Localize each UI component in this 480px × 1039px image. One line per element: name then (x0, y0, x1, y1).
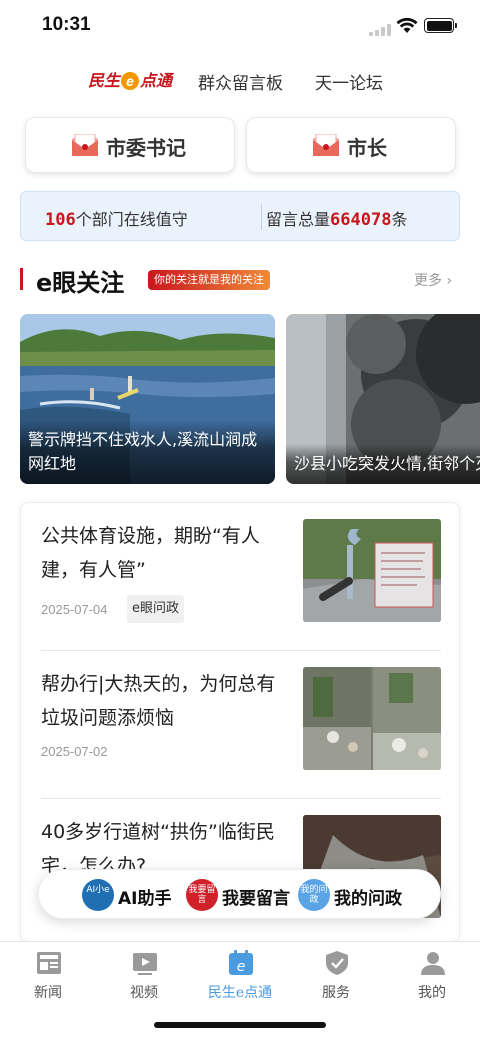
wifi-icon (396, 17, 418, 33)
nav-link-message-board[interactable]: 群众留言板 (198, 69, 283, 94)
service-icon (326, 951, 348, 975)
news-date: 2025-07-02 (41, 744, 108, 759)
mayor-mailbox-button[interactable]: 市长 (246, 117, 456, 173)
total-count: 664078 (330, 210, 392, 230)
ai-assistant-icon: AI小e (82, 879, 114, 911)
news-thumbnail (303, 519, 441, 622)
tab-label: 视频 (130, 985, 158, 1001)
brand-text-a: 民生 (88, 73, 121, 90)
featured-card-fire[interactable]: 沙县小吃突发火情,街邻个灭火器 (286, 314, 480, 484)
tab-label: 服务 (322, 985, 350, 1001)
total-prefix: 留言总量 (266, 210, 331, 229)
news-item[interactable]: 帮办行|大热天的，为何总有垃圾问题添烦恼 2025-07-02 (21, 651, 459, 799)
e-service-icon: e (229, 950, 253, 975)
profile-icon (421, 952, 445, 975)
my-inquiries-label: 我的问政 (334, 889, 402, 909)
ai-assistant-label: AI助手 (118, 889, 172, 909)
section-tag-badge: 你的关注就是我的关注 (148, 270, 270, 290)
video-icon (133, 953, 157, 975)
more-link[interactable]: 更多 › (414, 270, 452, 290)
departments-stat: 106个部门在线值守 (45, 206, 188, 230)
msg-icon-text: 我要留言 (188, 885, 216, 905)
secretary-label: 市委书记 (106, 136, 186, 160)
leave-message-icon: 我要留言 (186, 879, 218, 911)
more-label: 更多 (414, 273, 442, 289)
news-icon (37, 952, 61, 974)
nav-link-forum[interactable]: 天一论坛 (315, 69, 383, 94)
tab-label: 新闻 (34, 985, 62, 1001)
featured-card-caption: 沙县小吃突发火情,街邻个灭火器 (286, 444, 480, 484)
e-eye-section-header: e眼关注 你的关注就是我的关注 更多 › (0, 262, 480, 297)
status-time: 10:31 (42, 14, 91, 35)
news-title: 公共体育设施，期盼“有人建，有人管” (41, 525, 260, 581)
home-indicator[interactable] (154, 1022, 326, 1028)
stats-bar: 106个部门在线值守 留言总量664078条 (20, 191, 460, 241)
news-thumbnail (303, 667, 441, 770)
tab-profile[interactable]: 我的 (384, 948, 480, 1004)
total-messages-stat: 留言总量664078条 (266, 206, 407, 230)
secretary-mailbox-button[interactable]: 市委书记 (25, 117, 235, 173)
featured-card-river[interactable]: 警示牌挡不住戏水人,溪流山涧成网红地 (20, 314, 275, 484)
status-bar: 10:31 (0, 0, 480, 54)
brand-text-b: 点通 (140, 73, 173, 90)
news-title: 帮办行|大热天的，为何总有垃圾问题添烦恼 (41, 673, 276, 729)
top-nav: 民生 e 点通 群众留言板 天一论坛 (0, 64, 480, 94)
featured-carousel[interactable]: 警示牌挡不住戏水人,溪流山涧成网红地 沙县小吃突发火情,街邻个灭火器 (0, 314, 480, 484)
tab-label: 我的 (418, 985, 446, 1001)
ai-icon-text: AI小e (86, 885, 110, 895)
featured-card-caption: 警示牌挡不住戏水人,溪流山涧成网红地 (20, 420, 275, 484)
envelope-icon (313, 134, 339, 156)
departments-count: 106 (45, 210, 76, 230)
section-title: e眼关注 (36, 269, 125, 297)
chevron-right-icon: › (446, 273, 453, 289)
cellular-signal-icon (369, 24, 391, 36)
stats-divider (261, 204, 262, 230)
tab-e-service[interactable]: e 民生e点通 (192, 948, 288, 1004)
section-accent-bar (20, 268, 23, 290)
tab-label: 民生e点通 (207, 985, 273, 1001)
tab-service[interactable]: 服务 (288, 948, 384, 1004)
total-suffix: 条 (391, 210, 408, 229)
tab-video[interactable]: 视频 (96, 948, 192, 1004)
envelope-icon (72, 134, 98, 156)
tab-news[interactable]: 新闻 (0, 948, 96, 1004)
svg-text:e: e (237, 959, 246, 975)
mayor-label: 市长 (347, 136, 387, 160)
leave-message-label: 我要留言 (222, 889, 290, 909)
departments-suffix: 个部门在线值守 (75, 210, 188, 229)
floating-action-bar: AI小e AI助手 我要留言 我要留言 我的问政 我的问政 (38, 869, 441, 919)
news-date: 2025-07-04 (41, 602, 108, 617)
brand-tab-minsheng[interactable]: 民生 e 点通 (88, 67, 172, 91)
mine-icon-text: 我的问政 (300, 885, 328, 905)
battery-icon (424, 18, 457, 33)
news-item[interactable]: 公共体育设施，期盼“有人建，有人管” 2025-07-04 e眼问政 (21, 503, 459, 651)
brand-e-logo-icon: e (121, 72, 140, 90)
news-tag-badge: e眼问政 (127, 595, 184, 623)
app-screen: 10:31 民生 e 点通 群众留言板 天一论坛 市委书记 市长 106个部门在… (0, 0, 480, 1039)
my-inquiries-icon: 我的问政 (298, 879, 330, 911)
